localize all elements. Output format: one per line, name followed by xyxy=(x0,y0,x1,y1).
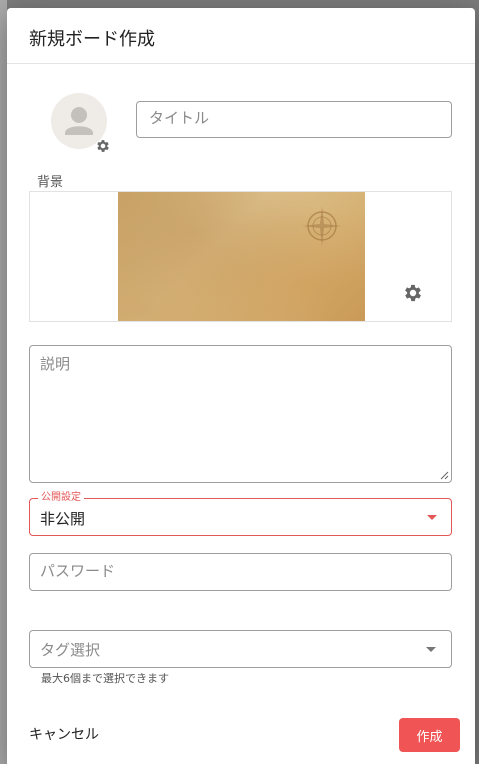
dialog-header: 新規ボード作成 xyxy=(7,8,475,64)
background-picker[interactable] xyxy=(29,191,452,322)
dialog-title: 新規ボード作成 xyxy=(29,29,155,50)
tag-select-placeholder: タグ選択 xyxy=(40,641,101,659)
description-textarea[interactable] xyxy=(30,346,451,482)
description-field[interactable] xyxy=(29,345,452,483)
background-page-edge xyxy=(0,0,7,764)
tag-hint: 最大6個まで選択できます xyxy=(41,672,169,685)
resize-grip-icon[interactable] xyxy=(439,470,449,480)
background-gear-icon[interactable] xyxy=(402,282,424,304)
cancel-button[interactable]: キャンセル xyxy=(21,720,107,748)
title-input[interactable] xyxy=(137,102,451,134)
new-board-dialog: 新規ボード作成 背景 公開設定 非公開 xyxy=(7,8,475,764)
visibility-select[interactable]: 公開設定 非公開 xyxy=(29,491,452,536)
avatar-gear-icon[interactable] xyxy=(95,138,111,154)
caret-down-icon xyxy=(427,515,437,520)
visibility-value: 非公開 xyxy=(40,510,86,528)
caret-down-icon xyxy=(426,647,436,652)
visibility-label: 公開設定 xyxy=(38,491,84,505)
password-input[interactable] xyxy=(30,554,451,588)
password-field[interactable] xyxy=(29,553,452,591)
title-field[interactable] xyxy=(136,101,452,138)
tag-select[interactable]: タグ選択 xyxy=(29,630,452,668)
background-label: 背景 xyxy=(37,175,64,190)
create-button[interactable]: 作成 xyxy=(399,718,460,752)
background-image xyxy=(118,192,365,321)
compass-rose-icon xyxy=(302,206,342,246)
